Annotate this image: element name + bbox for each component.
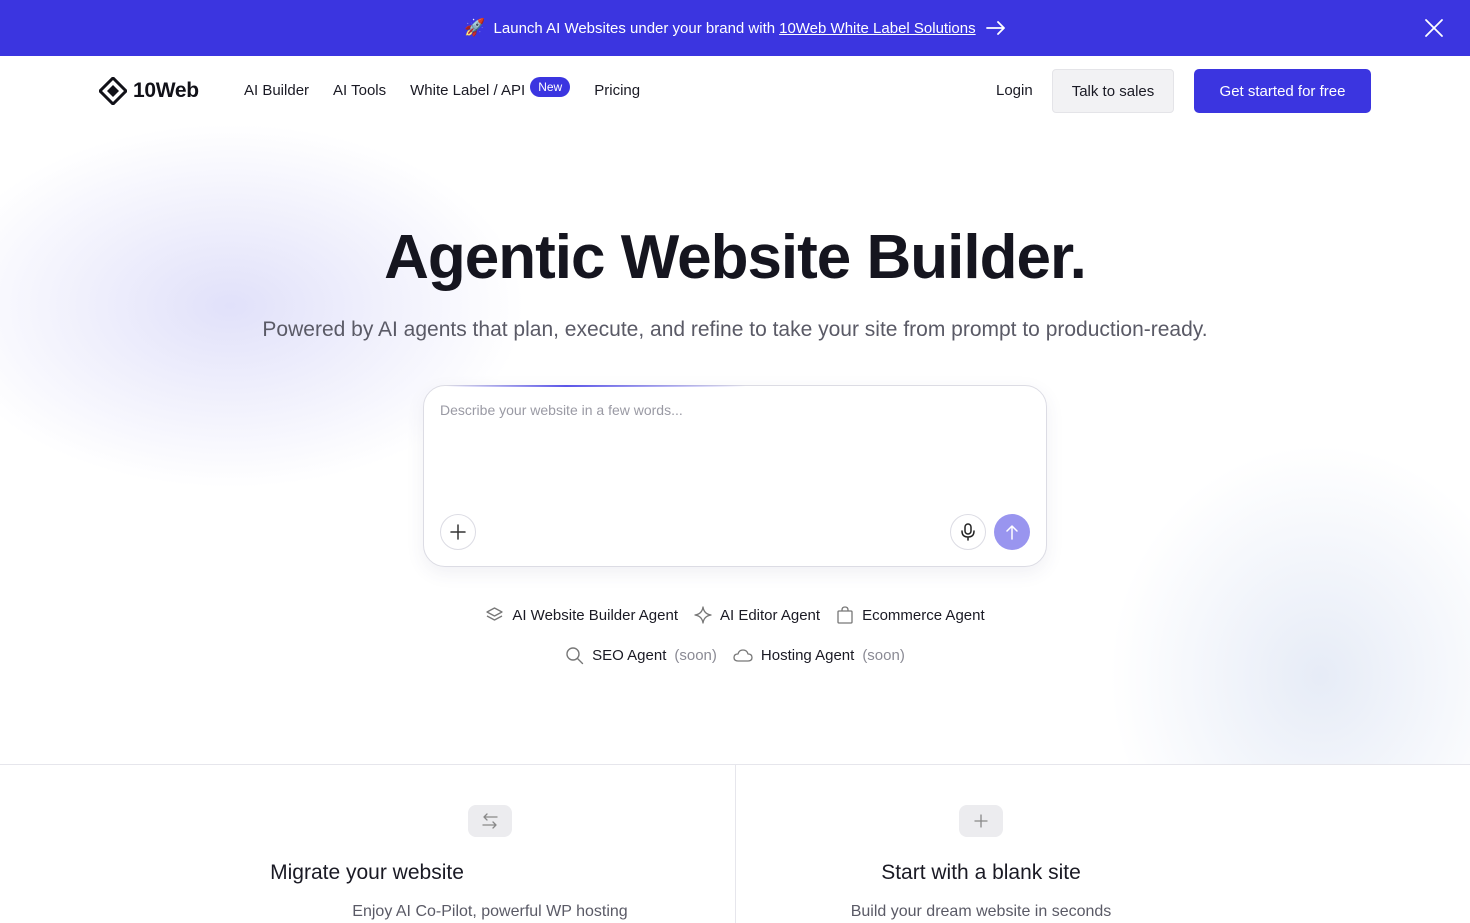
agent-label: Ecommerce Agent [862,606,985,624]
login-link[interactable]: Login [996,82,1033,99]
shopping-bag-icon [837,606,853,624]
announcement-text: Launch AI Websites under your brand with [493,19,776,37]
search-icon [566,647,584,665]
arrow-right-icon[interactable] [985,21,1006,35]
microphone-icon [961,523,975,541]
card-title: Migrate your website [270,861,464,884]
agents-row-1: AI Website Builder Agent AI Editor Agent… [0,606,1470,624]
prompt-input[interactable] [440,402,1030,492]
top-nav: 10Web AI Builder AI Tools White Label / … [0,56,1470,126]
talk-to-sales-button[interactable]: Talk to sales [1052,69,1174,113]
migrate-card[interactable]: Migrate your website Enjoy AI Co-Pilot, … [0,765,735,923]
agent-label: AI Editor Agent [720,606,821,624]
card-title: Start with a blank site [881,861,1081,884]
nav-links: AI Builder AI Tools White Label / API Ne… [244,77,664,100]
agent-seo[interactable]: SEO Agent (soon) [565,646,717,665]
voice-input-button[interactable] [950,514,986,550]
agent-label: AI Website Builder Agent [512,606,678,624]
nav-ai-builder[interactable]: AI Builder [244,82,309,99]
agent-label: Hosting Agent [760,647,855,664]
logo-mark-icon [99,77,127,105]
agent-label: SEO Agent [592,647,667,664]
plus-icon [450,524,466,540]
nav-pricing[interactable]: Pricing [594,82,640,99]
hero-subtitle: Powered by AI agents that plan, execute,… [262,318,1208,341]
submit-prompt-button[interactable] [994,514,1030,550]
agent-ai-editor[interactable]: AI Editor Agent [694,606,820,624]
get-started-button[interactable]: Get started for free [1194,69,1371,113]
logo-text: 10Web [133,79,199,102]
card-description: Enjoy AI Co-Pilot, powerful WP hosting [352,903,628,920]
blank-site-card[interactable]: Start with a blank site Build your dream… [736,765,1470,923]
cloud-icon [733,648,753,662]
new-badge: New [530,77,571,97]
agent-ecommerce[interactable]: Ecommerce Agent [836,606,985,624]
agent-ai-website-builder[interactable]: AI Website Builder Agent [485,606,678,624]
close-icon[interactable] [1424,18,1444,38]
add-attachment-button[interactable] [440,514,476,550]
announcement-bar: 🚀 Launch AI Websites under your brand wi… [0,0,1470,56]
sparkle-icon [694,606,712,624]
nav-white-label-label: White Label / API [410,81,526,99]
swap-arrows-icon [468,805,512,837]
card-description: Build your dream website in seconds [850,903,1112,920]
hero-title: Agentic Website Builder. [384,223,1087,292]
agents-row-2: SEO Agent (soon) Hosting Agent (soon) [0,646,1470,665]
agent-hosting[interactable]: Hosting Agent (soon) [733,647,905,664]
plus-icon [959,805,1003,837]
nav-white-label[interactable]: White Label / API New [410,77,571,100]
rocket-emoji: 🚀 [464,18,486,37]
nav-ai-tools[interactable]: AI Tools [333,82,386,99]
layers-icon [486,607,503,621]
arrow-up-icon [1006,525,1018,540]
prompt-focus-accent [446,385,746,387]
soon-label: (soon) [674,647,717,664]
prompt-box [423,385,1047,567]
logo[interactable]: 10Web [99,77,199,105]
white-label-link[interactable]: 10Web White Label Solutions [779,20,976,37]
soon-label: (soon) [862,647,905,664]
